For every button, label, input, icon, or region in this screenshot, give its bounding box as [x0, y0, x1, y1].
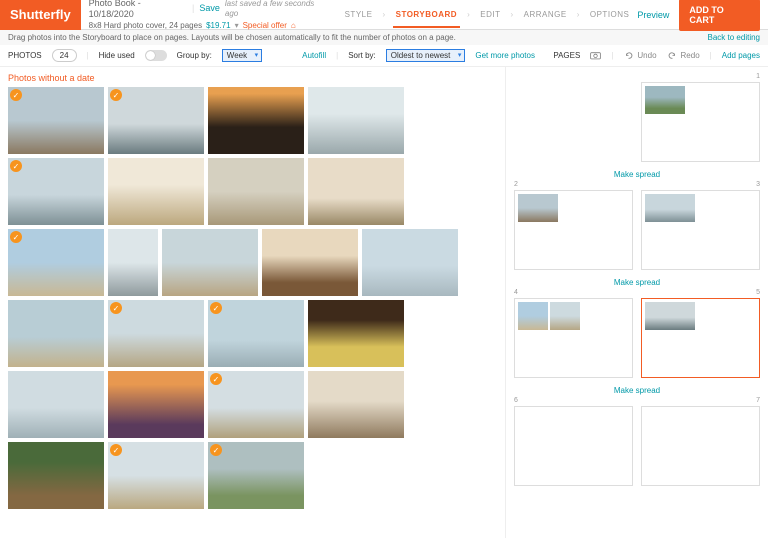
check-icon: ✓: [10, 89, 22, 101]
add-pages-link[interactable]: Add pages: [722, 51, 760, 60]
check-icon: ✓: [210, 444, 222, 456]
special-offer[interactable]: Special offer: [243, 21, 287, 31]
project-info: Photo Book - 10/18/2020 | Save last save…: [81, 0, 337, 33]
page-3[interactable]: [641, 190, 760, 270]
placed-photo[interactable]: [518, 302, 548, 330]
pages-label: PAGES: [553, 51, 580, 60]
page-number: 7: [641, 397, 760, 404]
page-number: 6: [514, 397, 633, 404]
photo-thumb[interactable]: [8, 442, 104, 509]
save-status: last saved a few seconds ago: [225, 0, 329, 20]
back-link[interactable]: Back to editing: [708, 33, 760, 42]
photo-thumb[interactable]: ✓: [208, 300, 304, 367]
project-desc: 8x8 Hard photo cover, 24 pages: [89, 21, 202, 31]
check-icon: ✓: [110, 89, 122, 101]
tab-edit[interactable]: EDIT: [472, 10, 508, 19]
page-1[interactable]: [641, 82, 760, 162]
make-spread-link[interactable]: Make spread: [514, 384, 760, 397]
placed-photo[interactable]: [645, 194, 695, 222]
hide-used-label: Hide used: [99, 51, 135, 60]
placed-photo[interactable]: [645, 86, 685, 114]
check-icon: ✓: [110, 444, 122, 456]
page-5[interactable]: [641, 298, 760, 378]
undo-button[interactable]: Undo: [623, 50, 656, 61]
price: $19.71: [206, 21, 230, 31]
tab-style[interactable]: STYLE: [337, 10, 381, 19]
page-number: 3: [641, 181, 760, 188]
pages-panel: . 1 Make spread 2 3 Make spread 4: [505, 67, 768, 538]
make-spread-link[interactable]: Make spread: [514, 168, 760, 181]
section-header: Photos without a date: [8, 71, 497, 87]
placed-photo[interactable]: [645, 302, 695, 330]
photo-thumb[interactable]: [8, 371, 104, 438]
page-number: 2: [514, 181, 633, 188]
project-title: Photo Book - 10/18/2020: [89, 0, 187, 21]
sort-by-label: Sort by:: [348, 51, 376, 60]
photo-thumb[interactable]: [208, 158, 304, 225]
get-more-photos-link[interactable]: Get more photos: [475, 51, 535, 60]
photo-thumb[interactable]: [308, 87, 404, 154]
group-by-select[interactable]: Week: [222, 49, 262, 62]
photo-thumb[interactable]: ✓: [208, 371, 304, 438]
check-icon: ✓: [10, 231, 22, 243]
placed-photo[interactable]: [550, 302, 580, 330]
photo-thumb[interactable]: [8, 300, 104, 367]
photo-thumb[interactable]: [108, 229, 158, 296]
photo-thumb[interactable]: ✓: [108, 442, 204, 509]
logo[interactable]: Shutterfly: [0, 0, 81, 30]
photo-thumb[interactable]: [308, 371, 404, 438]
make-spread-link[interactable]: Make spread: [514, 276, 760, 289]
tab-arrange[interactable]: ARRANGE: [516, 10, 575, 19]
photo-thumb[interactable]: ✓: [8, 229, 104, 296]
hint-text: Drag photos into the Storyboard to place…: [8, 33, 456, 42]
page-number: 4: [514, 289, 633, 296]
check-icon: ✓: [110, 302, 122, 314]
photo-thumb[interactable]: ✓: [208, 442, 304, 509]
photos-count: 24: [52, 49, 77, 62]
photo-thumb[interactable]: [108, 158, 204, 225]
redo-button[interactable]: Redo: [667, 50, 700, 61]
add-to-cart-button[interactable]: ADD TO CART: [679, 0, 760, 31]
photos-label: PHOTOS: [8, 51, 42, 60]
tab-options[interactable]: OPTIONS: [582, 10, 638, 19]
photo-thumb[interactable]: ✓: [8, 87, 104, 154]
photo-thumb[interactable]: [208, 87, 304, 154]
placed-photo[interactable]: [518, 194, 558, 222]
photo-thumb[interactable]: [162, 229, 258, 296]
page-number: 1: [641, 73, 760, 80]
page-7[interactable]: [641, 406, 760, 486]
tab-storyboard[interactable]: STORYBOARD: [388, 10, 465, 19]
check-icon: ✓: [210, 373, 222, 385]
photo-thumb[interactable]: [362, 229, 458, 296]
photo-thumb[interactable]: ✓: [8, 158, 104, 225]
nav-tabs: STYLE› STORYBOARD› EDIT› ARRANGE› OPTION…: [337, 10, 638, 19]
photo-thumb[interactable]: ✓: [108, 87, 204, 154]
hide-used-toggle[interactable]: [145, 50, 167, 61]
photo-thumb[interactable]: ✓: [108, 300, 204, 367]
tag-icon: ⌂: [291, 21, 296, 31]
save-link[interactable]: Save: [199, 3, 220, 15]
camera-icon[interactable]: [590, 50, 601, 61]
group-by-label: Group by:: [177, 51, 212, 60]
preview-link[interactable]: Preview: [637, 10, 669, 20]
photo-thumb[interactable]: [262, 229, 358, 296]
page-number: 5: [641, 289, 760, 296]
photo-thumb[interactable]: [308, 158, 404, 225]
check-icon: ✓: [210, 302, 222, 314]
sort-by-select[interactable]: Oldest to newest: [386, 49, 466, 62]
page-6[interactable]: [514, 406, 633, 486]
page-2[interactable]: [514, 190, 633, 270]
photo-thumb[interactable]: [308, 300, 404, 367]
photo-thumb[interactable]: [108, 371, 204, 438]
photo-grid: ✓ ✓ ✓ ✓ ✓ ✓ ✓ ✓ ✓: [8, 87, 497, 509]
page-4[interactable]: [514, 298, 633, 378]
check-icon: ✓: [10, 160, 22, 172]
autofill-link[interactable]: Autofill: [302, 51, 326, 60]
